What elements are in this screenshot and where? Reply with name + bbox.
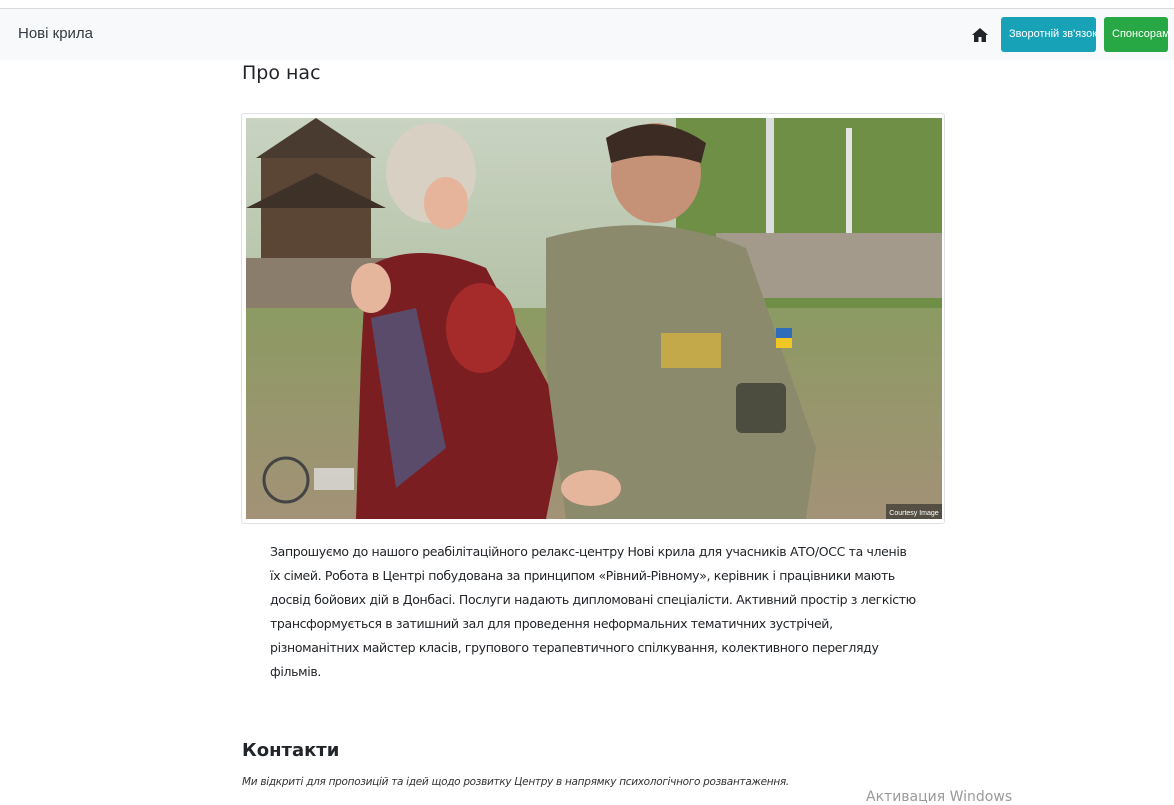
about-image: Courtesy Image <box>241 113 945 524</box>
about-title: Про нас <box>242 62 321 84</box>
window-top-border <box>0 0 1174 9</box>
feedback-button[interactable]: Зворотній зв'язок <box>1001 17 1097 52</box>
sponsors-button[interactable]: Спонсорам <box>1104 17 1170 52</box>
about-text: Запрошуємо до нашого реабілітаційного ре… <box>270 544 916 679</box>
home-icon[interactable] <box>971 26 989 44</box>
contacts-title: Контакти <box>242 740 340 761</box>
image-caption: Courtesy Image <box>889 510 939 517</box>
navbar: Нові крила Зворотній зв'язок Спонсорам <box>0 9 1174 60</box>
contacts-subtitle: Ми відкриті для пропозицій та ідей щодо … <box>242 776 789 788</box>
brand-link[interactable]: Нові крила <box>18 25 93 42</box>
os-activation-watermark: Активация Windows <box>866 789 1013 805</box>
